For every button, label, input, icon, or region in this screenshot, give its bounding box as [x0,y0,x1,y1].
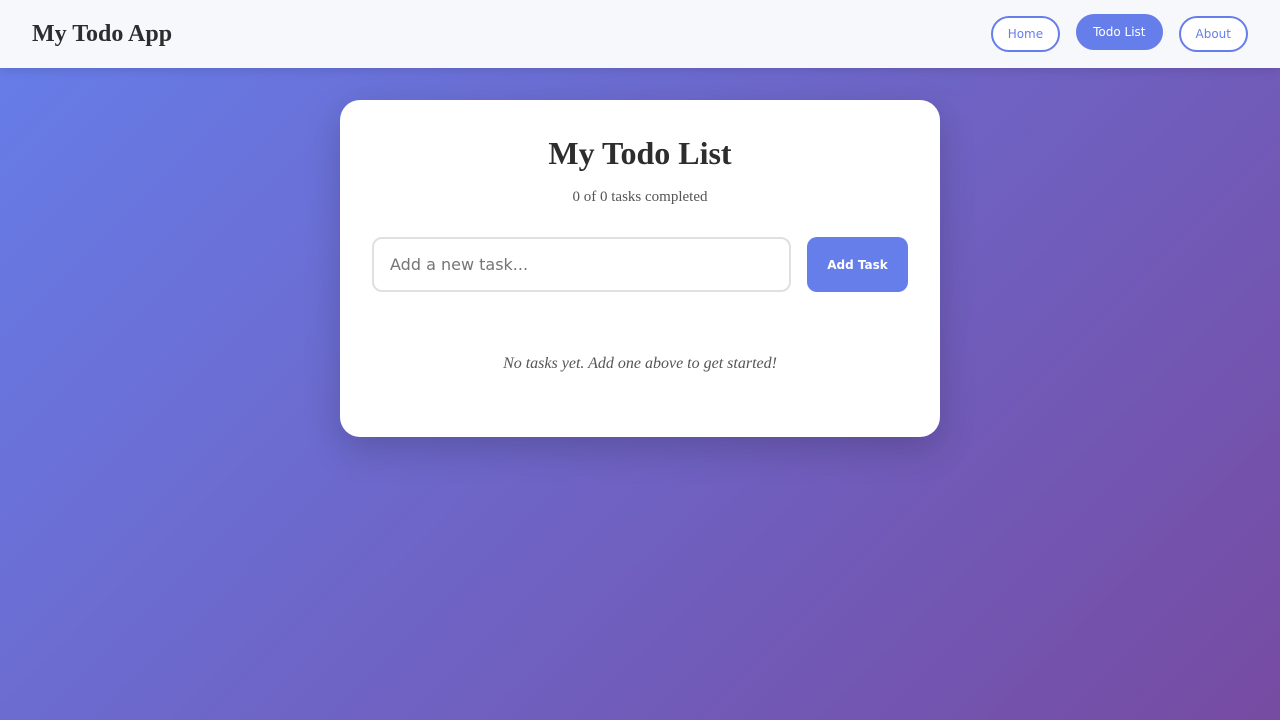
nav-home-button[interactable]: Home [990,16,1061,52]
navbar: My Todo App Home Todo List About [0,0,1280,68]
todo-card: My Todo List 0 of 0 tasks completed Add … [340,100,940,437]
app-brand: My Todo App [32,20,173,47]
page-title: My Todo List [548,135,732,171]
add-task-row: Add Task [372,237,908,292]
task-count: 0 of 0 tasks completed [572,189,708,205]
nav-about-button[interactable]: About [1178,16,1248,52]
new-task-input[interactable] [372,237,791,292]
nav-todo-list-button[interactable]: Todo List [1076,14,1163,50]
nav-links: Home Todo List About [990,14,1248,52]
add-task-button[interactable]: Add Task [807,237,908,292]
empty-state-message: No tasks yet. Add one above to get start… [503,355,777,372]
